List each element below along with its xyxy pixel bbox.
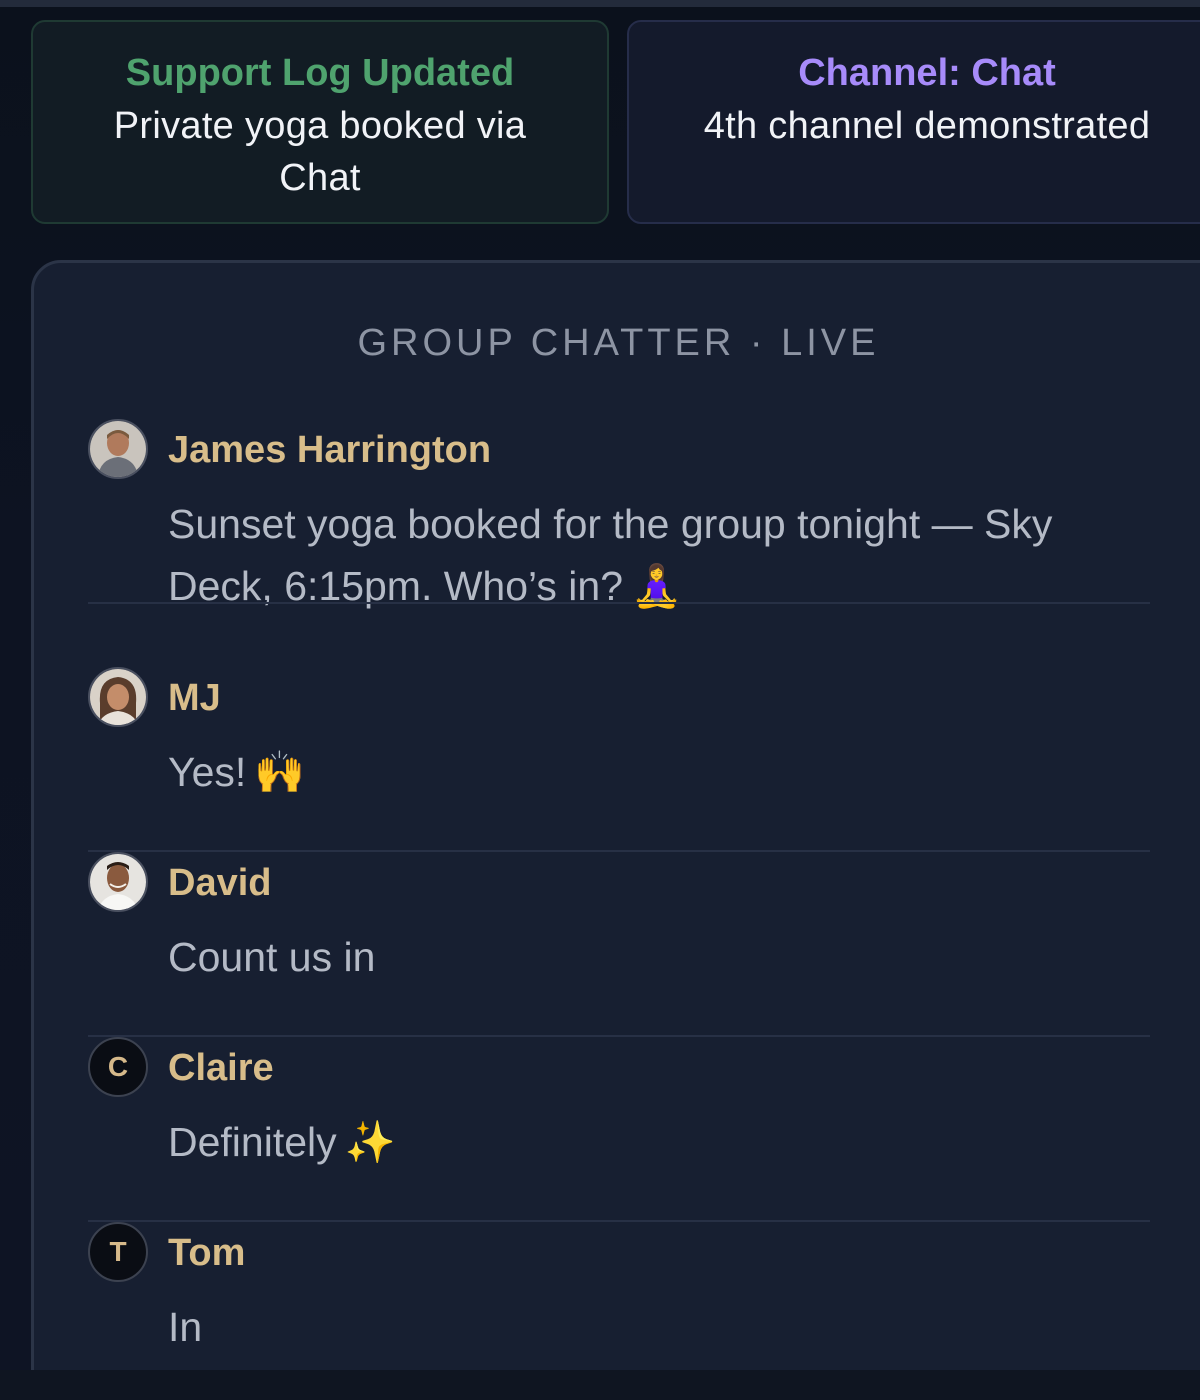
chat-message: James Harrington Sunset yoga booked for … [88, 419, 1150, 610]
group-chatter-panel: GROUP CHATTER · LIVE James Harrington Su… [31, 260, 1200, 1400]
message-author: James Harrington [168, 429, 492, 471]
support-log-title: Support Log Updated [125, 52, 515, 94]
bottom-bar [0, 1370, 1200, 1400]
message-body: Sunset yoga booked for the group tonight… [168, 501, 1053, 609]
message-body: In [168, 1304, 203, 1350]
avatar[interactable] [88, 419, 148, 479]
message-text: In [168, 1296, 1128, 1358]
message-text: Yes! 🙌 [168, 741, 1128, 803]
chat-message: MJ Yes! 🙌 [88, 667, 1150, 852]
message-text: Sunset yoga booked for the group tonight… [168, 493, 1128, 617]
message-author: Tom [168, 1232, 246, 1274]
message-author: MJ [168, 677, 221, 719]
chat-message: C Claire Definitely ✨ [88, 1037, 1150, 1222]
channel-body: 4th channel demonstrated [703, 105, 1151, 147]
support-log-card: Support Log Updated Private yoga booked … [31, 20, 609, 224]
message-body: Count us in [168, 934, 376, 980]
avatar[interactable] [88, 667, 148, 727]
message-text: Definitely ✨ [168, 1111, 1128, 1173]
avatar[interactable]: C [88, 1037, 148, 1097]
avatar-photo-icon [90, 854, 146, 910]
chat-message: David Count us in [88, 852, 1150, 1037]
sparkles-emoji-icon: ✨ [344, 1118, 396, 1166]
message-body: Definitely [168, 1119, 337, 1165]
message-divider [88, 602, 1150, 604]
page: Support Log Updated Private yoga booked … [0, 0, 1200, 1400]
raised-hands-emoji-icon: 🙌 [254, 748, 306, 796]
avatar[interactable] [88, 852, 148, 912]
message-body: Yes! [168, 749, 247, 795]
panel-title: GROUP CHATTER · LIVE [357, 322, 880, 364]
avatar-photo-icon [90, 421, 146, 477]
support-log-body: Private yoga booked via Chat [113, 105, 527, 199]
avatar[interactable]: T [88, 1222, 148, 1282]
message-text: Count us in [168, 926, 1128, 988]
message-author: Claire [168, 1047, 274, 1089]
message-author: David [168, 862, 272, 904]
channel-card: Channel: Chat 4th channel demonstrated [627, 20, 1200, 224]
top-divider [0, 0, 1200, 7]
channel-title: Channel: Chat [798, 52, 1056, 94]
avatar-photo-icon [90, 669, 146, 725]
